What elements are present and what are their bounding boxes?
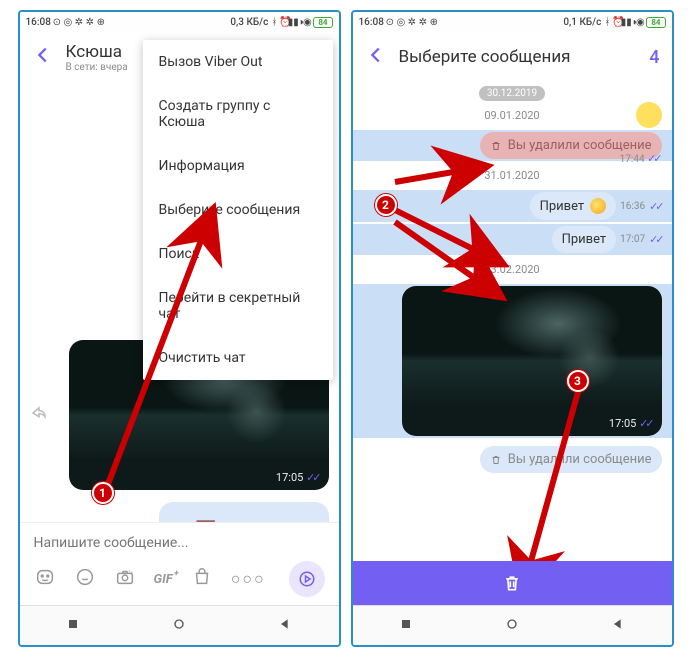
camera-icon[interactable] [114, 566, 136, 592]
app-icon: ⊕ [96, 17, 106, 27]
app-icon: ✲ [85, 17, 95, 27]
wifi-icon: ◉ [302, 17, 312, 27]
message-row-selected[interactable]: Привет 17:07 ✓✓ [353, 224, 672, 255]
battery-icon: 84 [313, 17, 332, 28]
options-menu: Вызов Viber Out Создать группу с Ксюша И… [143, 40, 333, 380]
android-nav [353, 605, 672, 645]
status-time: 16:08 [26, 17, 51, 28]
message-time: 17:07 [620, 234, 645, 245]
battery-icon: 84 [646, 17, 665, 28]
signal-icon: ▮▮◗ [291, 17, 301, 27]
gif-icon[interactable]: GIF+ [154, 572, 173, 587]
contact-avatar [636, 102, 662, 128]
header-title-stack[interactable]: Ксюша В сети: вчера [66, 42, 128, 73]
nav-back[interactable] [610, 616, 626, 636]
more-icon[interactable]: ○○○ [231, 569, 266, 589]
nav-home[interactable] [504, 616, 520, 636]
emoji-icon[interactable] [74, 566, 96, 592]
message-bubble: Привет [530, 192, 617, 220]
message-time: 17:05 ✓✓ [276, 471, 319, 484]
date-separator: 09.01.2020 [353, 109, 672, 122]
message-row-selected[interactable]: Привет 16:36 ✓✓ [353, 190, 672, 222]
bluetooth-icon: ᚼ [269, 17, 279, 27]
app-icon: ⊙ [385, 17, 395, 27]
status-bar: 16:08 ⊙ ◎ ✲ ✲ ⊕ 0,3 КБ/с ᚼ ⏰ ▮▮◗ ◉ 84 [20, 12, 339, 32]
trash-icon [502, 572, 522, 594]
app-icon: ✲ [407, 17, 417, 27]
wifi-icon: ◉ [635, 17, 645, 27]
status-data: 0,3 КБ/с [230, 17, 268, 28]
app-icon: ⊕ [429, 17, 439, 27]
signal-icon: ▮▮◗ [624, 17, 634, 27]
message-text: Привет [562, 232, 607, 247]
android-nav [20, 605, 339, 645]
message-row-selected[interactable]: 17:05 ✓✓ [353, 284, 672, 438]
menu-create-group[interactable]: Создать группу с Ксюша [143, 84, 333, 144]
marker-2: 2 [375, 194, 397, 216]
menu-search[interactable]: Поиск [143, 232, 333, 276]
app-icon: ✲ [418, 17, 428, 27]
deleted-text: Вы удалили сообщение [508, 138, 652, 153]
menu-select-messages[interactable]: Выберите сообщения [143, 188, 333, 232]
image-message[interactable]: 17:05 ✓✓ [402, 286, 662, 436]
selection-header: Выберите сообщения 4 [353, 32, 672, 82]
nav-recent[interactable] [65, 616, 81, 636]
app-icon: ⊙ [52, 17, 62, 27]
shop-icon[interactable] [191, 566, 213, 592]
read-checks-icon: ✓✓ [649, 233, 661, 246]
back-button[interactable] [365, 44, 387, 70]
marker-1: 1 [92, 482, 114, 504]
back-button[interactable] [32, 44, 54, 70]
menu-info[interactable]: Информация [143, 144, 333, 188]
prev-msg-time: 17:44 ✓✓ [620, 152, 660, 165]
bluetooth-icon: ᚼ [602, 17, 612, 27]
message-input[interactable] [34, 531, 325, 555]
share-icon[interactable] [30, 404, 48, 426]
message-time: 16:36 [620, 201, 645, 212]
message-time: 17:05 ✓✓ [609, 417, 652, 430]
app-icon: ◎ [396, 17, 406, 27]
contact-name: Ксюша [66, 42, 128, 62]
selection-count: 4 [649, 47, 659, 68]
status-time: 16:08 [359, 17, 384, 28]
date-separator: 31.01.2020 [353, 169, 672, 182]
composer: GIF+ ○○○ [20, 522, 339, 605]
status-data: 0,1 КБ/с [563, 17, 601, 28]
smile-emoji-icon [590, 198, 606, 214]
message-bubble: Привет [552, 226, 617, 253]
sticker-icon[interactable] [34, 566, 56, 592]
read-checks-icon: ✓✓ [649, 200, 661, 213]
message-text: Привет [540, 199, 585, 214]
app-icon: ◎ [63, 17, 73, 27]
deleted-message: Вы удалили сообщение [480, 446, 662, 473]
send-button[interactable] [289, 561, 325, 597]
menu-secret-chat[interactable]: Перейти в секретный чат [143, 276, 333, 336]
date-pill: 30.12.2019 [479, 86, 545, 101]
nav-back[interactable] [277, 616, 293, 636]
marker-3: 3 [567, 370, 589, 392]
selection-title: Выберите сообщения [399, 47, 571, 67]
status-bar: 16:08 ⊙ ◎ ✲ ✲ ⊕ 0,1 КБ/с ᚼ ⏰ ▮▮◗ ◉ 84 [353, 12, 672, 32]
menu-viber-out[interactable]: Вызов Viber Out [143, 40, 333, 84]
deleted-message: Вы удалили сообщение [159, 502, 329, 522]
nav-home[interactable] [171, 616, 187, 636]
nav-recent[interactable] [398, 616, 414, 636]
delete-bar[interactable] [353, 561, 672, 605]
menu-clear-chat[interactable]: Очистить чат [143, 336, 333, 380]
chat-body: 17:44 ✓✓ 30.12.2019 09.01.2020 Вы удалил… [353, 82, 672, 561]
deleted-text: Вы удалили сообщение [508, 452, 652, 467]
phone-right: 16:08 ⊙ ◎ ✲ ✲ ⊕ 0,1 КБ/с ᚼ ⏰ ▮▮◗ ◉ 84 Вы… [351, 10, 674, 647]
date-separator: 03.02.2020 [353, 263, 672, 276]
last-seen: В сети: вчера [66, 62, 128, 73]
phone-left: 16:08 ⊙ ◎ ✲ ✲ ⊕ 0,3 КБ/с ᚼ ⏰ ▮▮◗ ◉ 84 Кс… [18, 10, 341, 647]
app-icon: ✲ [74, 17, 84, 27]
